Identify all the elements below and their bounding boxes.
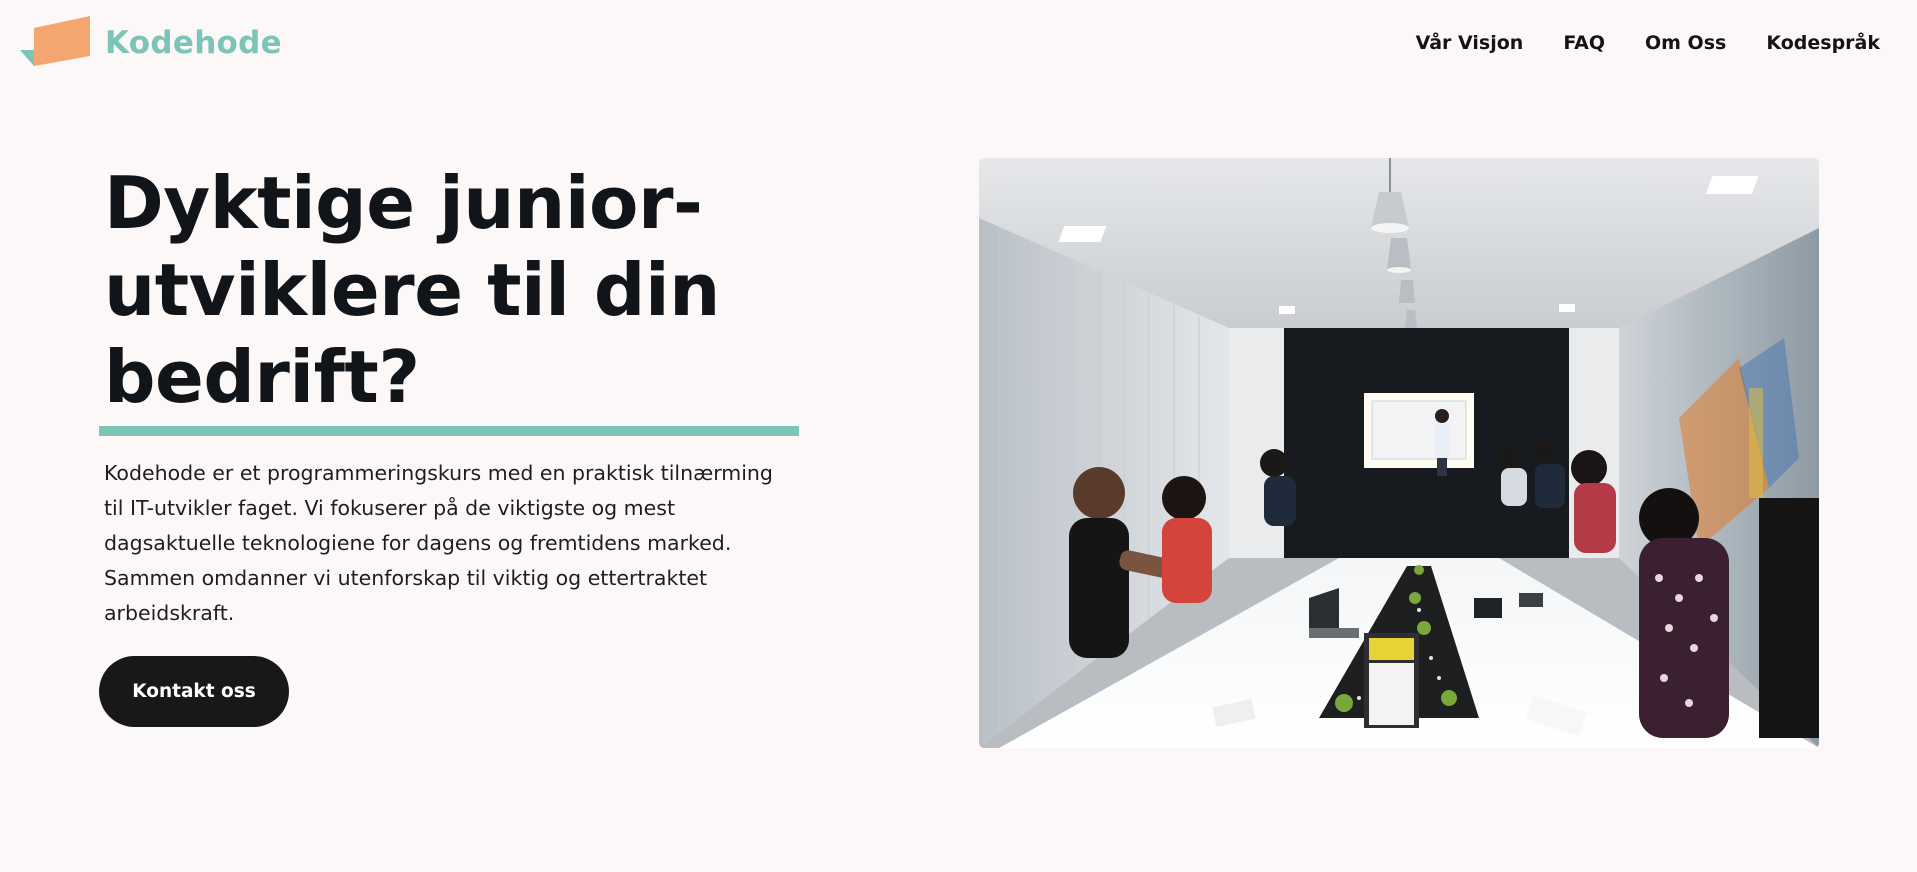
folded-paper-logo-icon <box>20 16 90 66</box>
brand-name: Kodehode <box>105 25 282 61</box>
nav-link-faq[interactable]: FAQ <box>1563 32 1605 54</box>
nav-link-om-oss[interactable]: Om Oss <box>1645 32 1726 54</box>
hero-title: Dyktige junior-utviklere til din bedrift… <box>104 161 720 419</box>
nav-link-kodesprak[interactable]: Kodespråk <box>1766 32 1880 54</box>
logo-link[interactable]: Kodehode <box>20 16 282 70</box>
title-underline <box>99 426 799 436</box>
landing-page: Kodehode Vår Visjon FAQ Om Oss Kodespråk… <box>0 0 1917 872</box>
main-nav: Vår Visjon FAQ Om Oss Kodespråk <box>1416 32 1880 54</box>
nav-link-var-visjon[interactable]: Vår Visjon <box>1416 32 1524 54</box>
hero-description: Kodehode er et programmeringskurs med en… <box>104 461 773 625</box>
contact-button[interactable]: Kontakt oss <box>99 656 289 727</box>
meeting-room-photo <box>979 158 1819 748</box>
